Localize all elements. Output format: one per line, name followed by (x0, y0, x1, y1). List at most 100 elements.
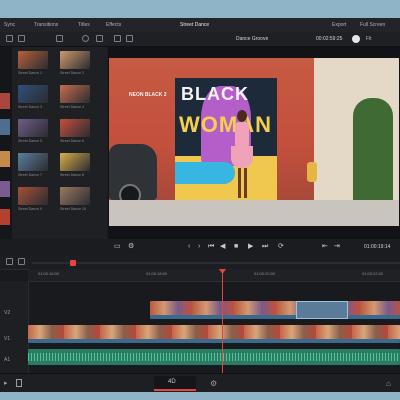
mark-in-icon[interactable]: ⇤ (322, 243, 328, 251)
titles-label[interactable]: Titles (78, 22, 90, 28)
transport-controls: ▭ ⚙ ‹ › ⏮ ◀ ■ ▶ ⏭ ⟳ ⇤ ⇥ 01:00:19:14 (108, 239, 400, 255)
video-clip-v1[interactable] (28, 325, 400, 343)
trash-icon[interactable] (16, 379, 22, 387)
bin-thumb[interactable] (0, 151, 10, 167)
track-label-v1[interactable]: V1 (4, 336, 10, 342)
ruler-time: 01:00:16:00 (38, 271, 60, 276)
sync-label[interactable]: Sync (4, 22, 15, 28)
clip-thumbnail[interactable] (60, 153, 90, 171)
media-pool: Street Dance 1 Street Dance 2 Street Dance… (0, 47, 107, 239)
mural-text-2: WOMAN (179, 112, 272, 137)
viewer-panel: BLACK WOMAN NEON BLACK 2 (108, 47, 400, 239)
hydrant (307, 162, 317, 182)
bottom-bar: ▸ 4D ⚙ ⌂ (0, 373, 400, 392)
sidewalk (109, 200, 399, 226)
overview-bar[interactable] (32, 262, 400, 264)
bin-thumb[interactable] (0, 209, 10, 225)
trim-icon[interactable]: ▭ (114, 243, 121, 251)
cut-page-tab[interactable]: 4D (154, 376, 196, 391)
folder-icon[interactable] (6, 35, 13, 42)
source-timecode: 00:02:59:25 (316, 36, 343, 42)
secondary-toolbar: Dance Groove 00:02:59:25 Fit (0, 32, 400, 47)
settings-gear-icon[interactable]: ⚙ (210, 379, 217, 388)
transition-marker[interactable] (296, 301, 348, 319)
clip-label: Street Dance 6 (60, 139, 84, 143)
playhead-line[interactable] (222, 269, 223, 373)
viewer-clip-name: Dance Groove (236, 36, 269, 42)
link-icon[interactable] (18, 258, 25, 265)
list-view-icon[interactable] (56, 35, 63, 42)
clip-thumbnail[interactable] (60, 85, 90, 103)
effects-label[interactable]: Effects (106, 22, 121, 28)
layout-icon[interactable] (114, 35, 121, 42)
grid-view-icon[interactable] (18, 35, 25, 42)
track-label-a1[interactable]: A1 (4, 357, 10, 363)
project-title: Street Dance (180, 22, 210, 28)
clip-label: Street Dance 4 (60, 105, 84, 109)
clip-thumbnail[interactable] (18, 153, 48, 171)
clip-label: Street Dance 3 (18, 105, 42, 109)
clip-label: Street Dance 9 (18, 207, 42, 211)
video-clip-v2[interactable] (150, 301, 400, 319)
track-label-v2[interactable]: V2 (4, 310, 10, 316)
timeline-ruler[interactable]: 01:00:16:00 01:00:18:00 01:00:20:00 01:0… (28, 269, 400, 282)
audio-clip-a1[interactable] (28, 349, 400, 365)
clip-label: Street Dance 1 (18, 71, 42, 75)
zoom-level[interactable]: Fit (366, 36, 372, 42)
loop-icon[interactable]: ⟳ (278, 243, 284, 251)
timeline-toolbar (0, 255, 400, 270)
stop-icon[interactable]: ■ (234, 243, 238, 251)
home-icon[interactable]: ⌂ (386, 379, 391, 388)
next-frame-icon[interactable]: › (198, 243, 200, 251)
track-headers: V2 V1 A1 (0, 281, 29, 373)
go-start-icon[interactable]: ⏮ (208, 243, 214, 251)
play-icon[interactable]: ▶ (248, 243, 253, 251)
clip-thumbnail[interactable] (60, 187, 90, 205)
clip-thumbnail[interactable] (18, 187, 48, 205)
mural: BLACK WOMAN (175, 78, 277, 200)
video-frame[interactable]: BLACK WOMAN NEON BLACK 2 (109, 58, 399, 226)
clip-thumbnail[interactable] (18, 85, 48, 103)
viewer-mode-icon[interactable] (126, 35, 133, 42)
audio-icon[interactable] (352, 35, 360, 43)
overview-playhead[interactable] (70, 260, 76, 266)
razor-icon[interactable] (6, 258, 13, 265)
tree (353, 98, 393, 208)
settings-icon[interactable]: ⚙ (128, 243, 134, 251)
timeline-panel: 01:00:16:00 01:00:18:00 01:00:20:00 01:0… (0, 255, 400, 373)
mural-text-1: BLACK (181, 84, 249, 104)
car (109, 144, 157, 206)
export-label[interactable]: Export (332, 22, 346, 28)
bin-thumb[interactable] (0, 181, 10, 197)
transitions-label[interactable]: Transitions (34, 22, 58, 28)
go-end-icon[interactable]: ⏭ (262, 243, 268, 251)
playhead-timecode: 01:00:19:14 (364, 244, 391, 250)
clip-thumbnail[interactable] (18, 119, 48, 137)
bin-thumb[interactable] (0, 93, 10, 109)
dancer (229, 110, 255, 202)
audio-waveform (28, 353, 400, 361)
fullscreen-label[interactable]: Full Screen (360, 22, 385, 28)
ruler-time: 01:00:18:00 (146, 271, 168, 276)
play-reverse-icon[interactable]: ◀ (220, 243, 225, 251)
search-icon[interactable] (82, 35, 89, 42)
mark-out-icon[interactable]: ⇥ (334, 243, 340, 251)
clip-thumbnail[interactable] (18, 51, 48, 69)
bin-thumb[interactable] (0, 119, 10, 135)
media-page-icon[interactable]: ▸ (4, 379, 8, 387)
ruler-time: 01:00:22:00 (362, 271, 384, 276)
clip-label: Street Dance 8 (60, 173, 84, 177)
editor-window: Sync Transitions Titles Effects Street D… (0, 18, 400, 392)
ruler-time: 01:00:20:00 (254, 271, 276, 276)
bin-column (0, 47, 12, 239)
clip-thumbnail[interactable] (60, 119, 90, 137)
sort-icon[interactable] (96, 35, 103, 42)
prev-frame-icon[interactable]: ‹ (188, 243, 190, 251)
clip-label: Street Dance 5 (18, 139, 42, 143)
clip-label: Street Dance 2 (60, 71, 84, 75)
cut-page-label: 4D (168, 379, 176, 385)
top-toolbar: Sync Transitions Titles Effects Street D… (0, 18, 400, 32)
clip-label: Street Dance 7 (18, 173, 42, 177)
clip-label: Street Dance 10 (60, 207, 86, 211)
clip-thumbnail[interactable] (60, 51, 90, 69)
